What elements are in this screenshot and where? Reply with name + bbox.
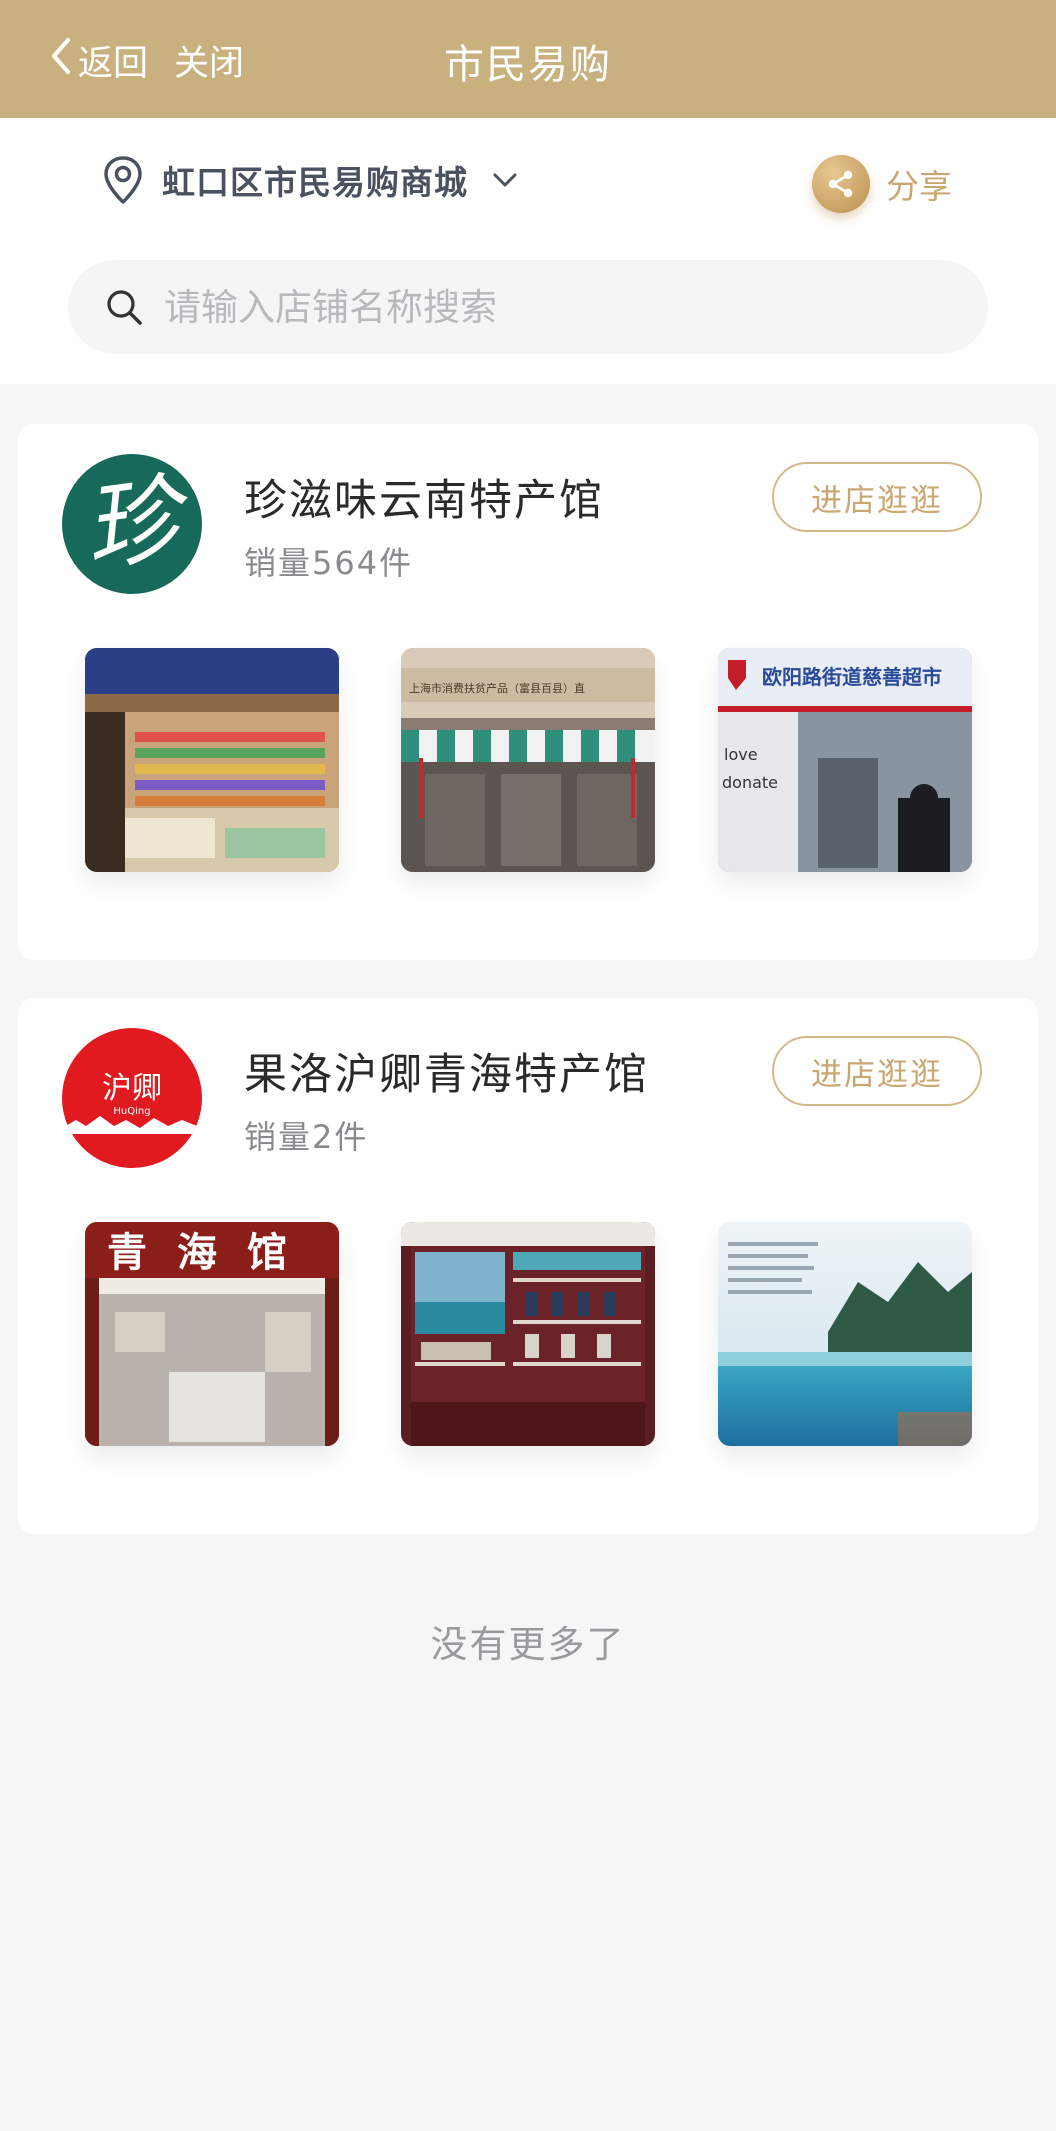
search-icon <box>104 287 144 327</box>
store-card[interactable]: 珍 珍滋味云南特产馆 销量564件 进店逛逛 上海市消费扶贫产品（富县百县）直 … <box>18 424 1038 960</box>
search-input[interactable] <box>164 285 964 329</box>
store-logo-text: 沪卿 <box>102 1070 162 1106</box>
chevron-left-icon <box>48 36 74 85</box>
no-more-text: 没有更多了 <box>430 1623 626 1666</box>
qinghai-hall-entrance-photo[interactable]: 青海馆 <box>85 1222 339 1446</box>
search-bar[interactable] <box>68 260 988 354</box>
share-button[interactable]: 分享 <box>812 152 952 216</box>
storefront-sign-text: 上海市消费扶贫产品（富县百县）直 <box>409 681 585 695</box>
share-icon <box>812 155 870 213</box>
display-cabinet-photo[interactable] <box>401 1222 655 1446</box>
charity-sign-text: 欧阳路街道慈善超市 <box>762 665 942 689</box>
poster-word-love: love <box>724 745 758 764</box>
enter-store-button[interactable]: 进店逛逛 <box>772 1036 982 1106</box>
chevron-down-icon <box>484 171 518 189</box>
location-selector[interactable]: 虹口区市民易购商城 <box>100 152 518 208</box>
storefront-shelves-photo[interactable] <box>85 648 339 872</box>
store-photos: 上海市消费扶贫产品（富县百县）直 欧阳路街道慈善超市 love donate <box>18 648 1038 874</box>
mountain-snow-graphic <box>62 1116 202 1134</box>
store-sales: 销量564件 <box>244 544 414 582</box>
back-button[interactable]: 返回 <box>48 36 148 84</box>
store-logo-text: 珍 <box>76 461 188 587</box>
poster-word-donate: donate <box>722 773 778 792</box>
close-button[interactable]: 关闭 <box>174 36 244 84</box>
lake-scenery-photo[interactable] <box>718 1222 972 1446</box>
share-label: 分享 <box>886 167 952 206</box>
location-name: 虹口区市民易购商城 <box>162 163 468 202</box>
store-photos: 青海馆 <box>18 1222 1038 1448</box>
store-name[interactable]: 珍滋味云南特产馆 <box>244 466 604 528</box>
page-title: 市民易购 <box>444 42 612 88</box>
store-sales: 销量2件 <box>244 1118 369 1156</box>
storefront-charity-supermarket-photo[interactable]: 欧阳路街道慈善超市 love donate <box>718 648 972 872</box>
top-navbar: 返回 关闭 市民易购 <box>0 0 1056 118</box>
store-name[interactable]: 果洛沪卿青海特产馆 <box>244 1040 649 1102</box>
store-logo-huqing[interactable]: 沪卿 HuQing <box>62 1028 202 1168</box>
back-label: 返回 <box>78 43 149 84</box>
store-logo-zhen[interactable]: 珍 <box>62 454 202 594</box>
storefront-awning-photo[interactable]: 上海市消费扶贫产品（富县百县）直 <box>401 648 655 872</box>
header-panel: 虹口区市民易购商城 分享 <box>0 118 1056 384</box>
location-pin-icon <box>100 154 146 206</box>
qinghai-hall-sign: 青海馆 <box>107 1229 317 1276</box>
store-card[interactable]: 沪卿 HuQing 果洛沪卿青海特产馆 销量2件 进店逛逛 青海馆 <box>18 998 1038 1534</box>
enter-store-button[interactable]: 进店逛逛 <box>772 462 982 532</box>
